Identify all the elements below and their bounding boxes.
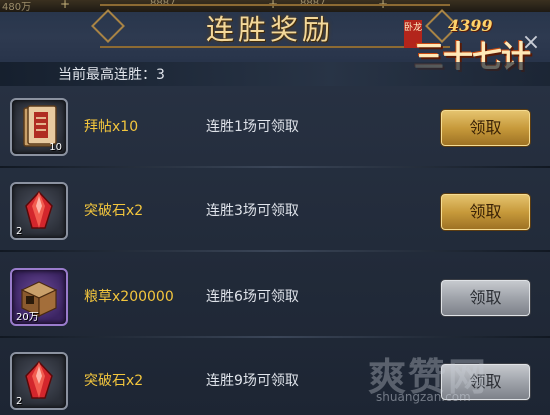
claim-button[interactable]: 领取 [441,110,530,146]
watermark-url: shuangzan.com [376,390,471,404]
item-name: 粮草x200000 [84,289,174,305]
red-crystal-icon[interactable]: 2 [10,352,68,410]
claim-button[interactable]: 领取 [441,280,530,316]
invitation-scroll-icon[interactable]: 10 [10,98,68,156]
row-divider [0,336,550,338]
item-quantity: 2 [16,226,23,237]
grain-crate-icon[interactable]: 20万 [10,268,68,326]
reward-row: 2 突破石x2 连胜3场可领取 领取 [0,170,550,252]
item-name: 突破石x2 [84,203,144,219]
item-name: 拜帖x10 [84,119,139,135]
claim-condition: 连胜6场可领取 [206,289,299,305]
claim-condition: 连胜3场可领取 [206,203,299,219]
claim-button[interactable]: 领取 [441,194,530,230]
red-crystal-icon[interactable]: 2 [10,182,68,240]
item-quantity: 10 [49,142,62,153]
close-icon[interactable]: × [518,30,544,56]
win-streak-reward-panel: 480万 + 8887 + 8887 + 连胜奖励 卧龙 4399 三十七计 ×… [0,0,550,415]
watermark: 爽赞网 shuangzan.com [368,346,548,412]
claim-condition: 连胜1场可领取 [206,119,299,135]
item-quantity: 20万 [16,312,39,323]
claim-condition: 连胜9场可领取 [206,373,299,389]
add-resource-icon[interactable]: + [60,0,70,11]
item-quantity: 2 [16,396,23,407]
row-divider [0,250,550,252]
reward-row: 20万 粮草x200000 连胜6场可领取 领取 [0,256,550,338]
page-title: 连胜奖励 [205,13,334,46]
reward-row: 10 拜帖x10 连胜1场可领取 领取 [0,86,550,168]
resource-value-1: 480万 [2,2,32,13]
current-max-streak: 当前最高连胜：3 [58,67,165,83]
item-name: 突破石x2 [84,373,144,389]
row-divider [0,166,550,168]
